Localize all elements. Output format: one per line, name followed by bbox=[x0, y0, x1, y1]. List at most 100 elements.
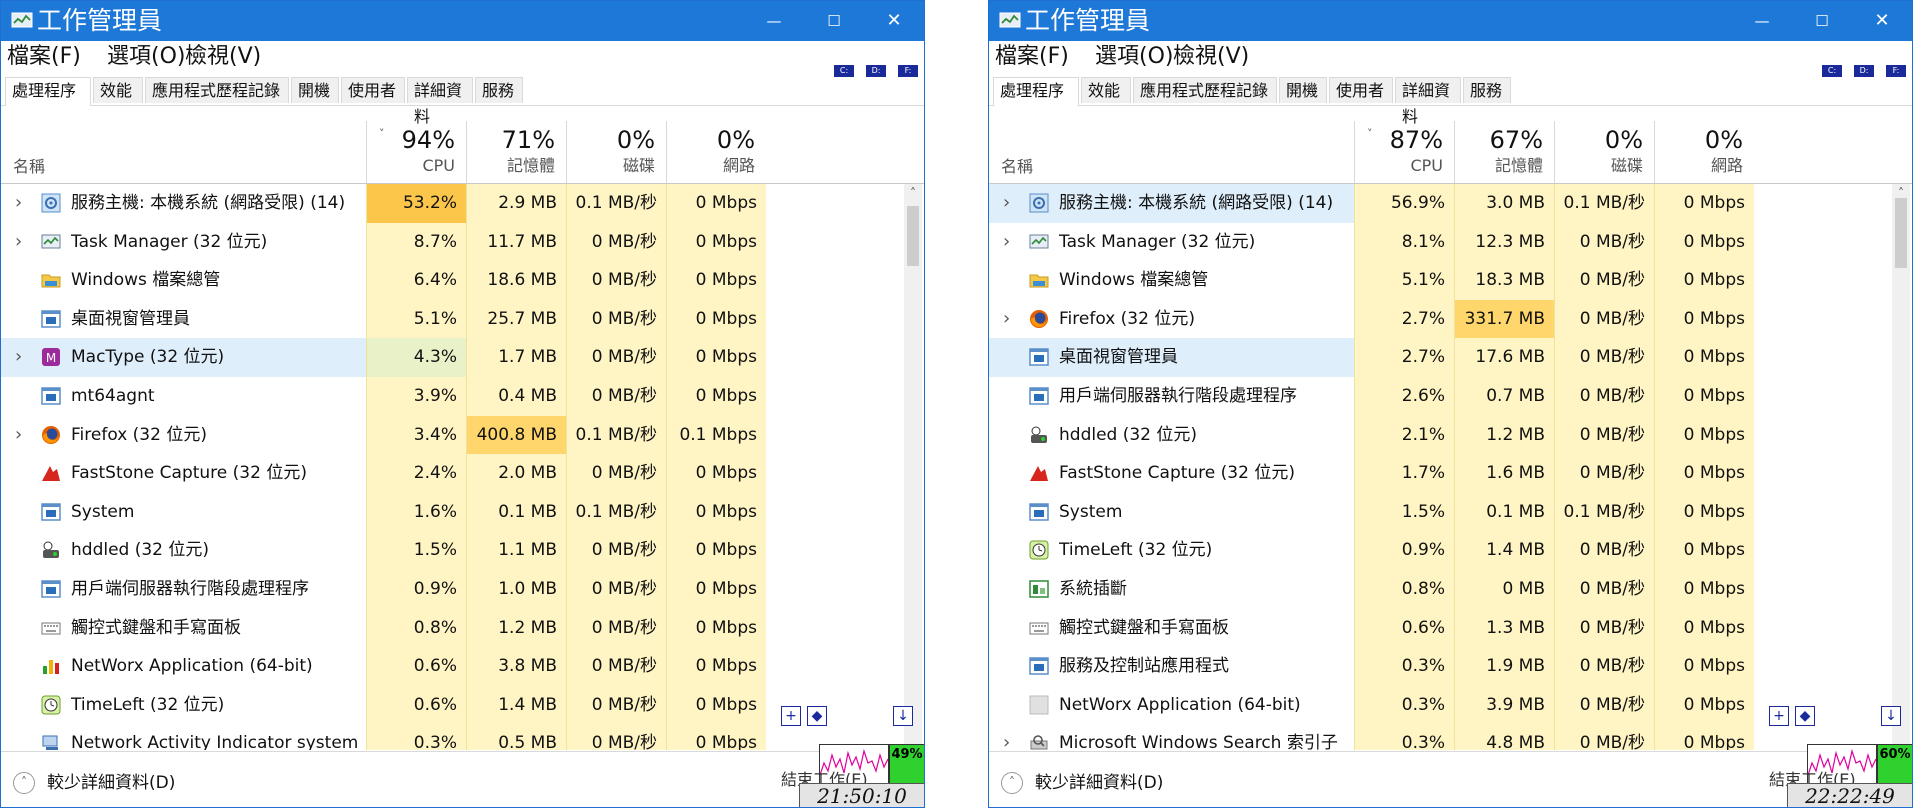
fewer-details-link[interactable]: 較少詳細資料(D) bbox=[47, 770, 175, 796]
expand-chevron-icon[interactable]: › bbox=[1003, 308, 1017, 329]
process-row[interactable]: NetWorx Application (64-bit) 0.6% 3.8 MB 0 … bbox=[1, 647, 904, 686]
expand-chevron-icon[interactable]: › bbox=[15, 231, 29, 252]
diamond-icon[interactable]: ◆ bbox=[807, 706, 827, 726]
process-row[interactable]: › Firefox (32 位元) 3.4% 400.8 MB 0.1 MB/秒 0.1 … bbox=[1, 415, 904, 455]
scroll-thumb[interactable] bbox=[907, 206, 919, 266]
maximize-icon[interactable]: ☐ bbox=[814, 9, 854, 33]
process-row[interactable]: Windows 檔案總管 6.4% 18.6 MB 0 MB/秒 0 Mbps bbox=[1, 261, 904, 300]
process-row[interactable]: › 服務主機: 本機系統 (網路受限) (14) 53.2% 2.9 MB 0.1 MB… bbox=[1, 184, 904, 223]
net-column-header[interactable]: 0% 網路 bbox=[1654, 121, 1753, 183]
tab-6[interactable]: 服務 bbox=[1463, 77, 1511, 103]
close-icon[interactable]: ✕ bbox=[1862, 9, 1902, 33]
process-cpu-value: 0.3% bbox=[366, 724, 466, 750]
tab-3[interactable]: 開機 bbox=[1279, 77, 1327, 103]
name-column-header[interactable]: 名稱 bbox=[1001, 153, 1033, 177]
process-net-value: 0 Mbps bbox=[666, 299, 766, 339]
expand-chevron-icon[interactable]: › bbox=[1003, 231, 1017, 252]
process-row[interactable]: › Task Manager (32 位元) 8.1% 12.3 MB 0 MB/秒 0 … bbox=[989, 222, 1892, 262]
process-row[interactable]: 系統插斷 0.8% 0 MB 0 MB/秒 0 Mbps bbox=[989, 570, 1892, 609]
tab-5[interactable]: 詳細資料 bbox=[1395, 77, 1461, 126]
tab-2[interactable]: 應用程式歷程記錄 bbox=[145, 77, 289, 103]
tab-3[interactable]: 開機 bbox=[291, 77, 339, 103]
chevron-up-icon[interactable]: ˄ bbox=[1001, 772, 1023, 794]
process-row[interactable]: hddled (32 位元) 2.1% 1.2 MB 0 MB/秒 0 Mbps bbox=[989, 415, 1892, 455]
expand-chevron-icon[interactable]: › bbox=[1003, 192, 1017, 213]
name-column-header[interactable]: 名稱 bbox=[13, 153, 45, 177]
title-bar[interactable]: 工作管理員 — ☐ ✕ bbox=[989, 1, 1912, 41]
process-row[interactable]: Network Activity Indicator system t... 0.… bbox=[1, 724, 904, 750]
process-row[interactable]: FastStone Capture (32 位元) 2.4% 2.0 MB 0 MB/… bbox=[1, 454, 904, 493]
mem-column-header[interactable]: 71% 記憶體 bbox=[466, 121, 565, 183]
process-disk-value: 0 MB/秒 bbox=[1554, 647, 1654, 686]
process-disk-value: 0.1 MB/秒 bbox=[566, 184, 666, 223]
menu-item[interactable]: 檔案(F) bbox=[7, 43, 81, 71]
scroll-up-icon[interactable]: ˄ bbox=[904, 186, 922, 200]
net-column-header[interactable]: 0% 網路 bbox=[666, 121, 765, 183]
menu-item[interactable]: 檢視(V) bbox=[1173, 43, 1249, 71]
tab-0[interactable]: 處理程序 bbox=[993, 77, 1079, 106]
process-row[interactable]: TimeLeft (32 位元) 0.6% 1.4 MB 0 MB/秒 0 Mbps bbox=[1, 685, 904, 725]
chevron-up-icon[interactable]: ˄ bbox=[13, 772, 35, 794]
process-disk-value: 0 MB/秒 bbox=[566, 531, 666, 570]
plus-icon[interactable]: + bbox=[1769, 706, 1789, 726]
process-row[interactable]: TimeLeft (32 位元) 0.9% 1.4 MB 0 MB/秒 0 Mbps bbox=[989, 531, 1892, 570]
process-row[interactable]: mt64agnt 3.9% 0.4 MB 0 MB/秒 0 Mbps bbox=[1, 377, 904, 416]
process-row[interactable]: NetWorx Application (64-bit) 0.3% 3.9 MB 0 … bbox=[989, 685, 1892, 725]
process-row[interactable]: › Firefox (32 位元) 2.7% 331.7 MB 0 MB/秒 0 Mbps bbox=[989, 299, 1892, 339]
process-row[interactable]: 觸控式鍵盤和手寫面板 0.6% 1.3 MB 0 MB/秒 0 Mbps bbox=[989, 608, 1892, 648]
scroll-thumb[interactable] bbox=[1895, 198, 1907, 268]
expand-chevron-icon[interactable]: › bbox=[15, 424, 29, 445]
expand-chevron-icon[interactable]: › bbox=[15, 346, 29, 367]
process-row[interactable]: Windows 檔案總管 5.1% 18.3 MB 0 MB/秒 0 Mbps bbox=[989, 261, 1892, 300]
process-row[interactable]: 桌面視窗管理員 2.7% 17.6 MB 0 MB/秒 0 Mbps bbox=[989, 338, 1892, 377]
process-row[interactable]: 服務及控制站應用程式 0.3% 1.9 MB 0 MB/秒 0 Mbps bbox=[989, 647, 1892, 686]
process-row[interactable]: 用戶端伺服器執行階段處理程序 0.9% 1.0 MB 0 MB/秒 0 Mbps bbox=[1, 570, 904, 609]
menu-item[interactable]: 檢視(V) bbox=[185, 43, 261, 71]
tab-2[interactable]: 應用程式歷程記錄 bbox=[1133, 77, 1277, 103]
process-net-value: 0 Mbps bbox=[1654, 647, 1754, 686]
menu-item[interactable]: 檔案(F) bbox=[995, 43, 1069, 71]
tab-1[interactable]: 效能 bbox=[93, 77, 143, 103]
process-disk-value: 0 MB/秒 bbox=[1554, 222, 1654, 262]
vertical-scrollbar[interactable]: ˄ bbox=[1892, 184, 1910, 750]
process-disk-value: 0 MB/秒 bbox=[566, 261, 666, 300]
disk-column-header[interactable]: 0% 磁碟 bbox=[1554, 121, 1653, 183]
process-row[interactable]: hddled (32 位元) 1.5% 1.1 MB 0 MB/秒 0 Mbps bbox=[1, 531, 904, 570]
fewer-details-link[interactable]: 較少詳細資料(D) bbox=[1035, 770, 1163, 796]
process-row[interactable]: 觸控式鍵盤和手寫面板 0.8% 1.2 MB 0 MB/秒 0 Mbps bbox=[1, 608, 904, 648]
tab-1[interactable]: 效能 bbox=[1081, 77, 1131, 103]
arrow-down-icon[interactable]: ↓ bbox=[1881, 706, 1901, 726]
process-row[interactable]: 桌面視窗管理員 5.1% 25.7 MB 0 MB/秒 0 Mbps bbox=[1, 299, 904, 339]
tab-4[interactable]: 使用者 bbox=[341, 77, 405, 103]
title-bar[interactable]: 工作管理員 — ☐ ✕ bbox=[1, 1, 924, 41]
maximize-icon[interactable]: ☐ bbox=[1802, 9, 1842, 33]
expand-chevron-icon[interactable]: › bbox=[15, 192, 29, 213]
process-row[interactable]: 用戶端伺服器執行階段處理程序 2.6% 0.7 MB 0 MB/秒 0 Mbps bbox=[989, 377, 1892, 416]
menu-item[interactable]: 選項(O) bbox=[107, 43, 185, 71]
disk-column-header[interactable]: 0% 磁碟 bbox=[566, 121, 665, 183]
tab-6[interactable]: 服務 bbox=[475, 77, 523, 103]
tab-5[interactable]: 詳細資料 bbox=[407, 77, 473, 126]
vertical-scrollbar[interactable]: ˄ bbox=[904, 184, 922, 750]
minimize-icon[interactable]: — bbox=[754, 9, 794, 33]
diamond-icon[interactable]: ◆ bbox=[1795, 706, 1815, 726]
plus-icon[interactable]: + bbox=[781, 706, 801, 726]
process-row[interactable]: › M MacType (32 位元) 4.3% 1.7 MB 0 MB/秒 0 Mbps bbox=[1, 338, 904, 377]
tab-0[interactable]: 處理程序 bbox=[5, 77, 91, 106]
minimize-icon[interactable]: — bbox=[1742, 9, 1782, 33]
process-row[interactable]: System 1.6% 0.1 MB 0.1 MB/秒 0 Mbps bbox=[1, 492, 904, 532]
menu-item[interactable]: 選項(O) bbox=[1095, 43, 1173, 71]
process-row[interactable]: › Task Manager (32 位元) 8.7% 11.7 MB 0 MB/秒 0 … bbox=[1, 222, 904, 262]
cpu-column-header[interactable]: ˅ 94% CPU bbox=[366, 121, 465, 183]
close-icon[interactable]: ✕ bbox=[874, 9, 914, 33]
expand-chevron-icon[interactable]: › bbox=[1003, 732, 1017, 750]
process-net-value: 0 Mbps bbox=[666, 647, 766, 686]
cpu-column-header[interactable]: ˅ 87% CPU bbox=[1354, 121, 1453, 183]
arrow-down-icon[interactable]: ↓ bbox=[893, 706, 913, 726]
mem-column-header[interactable]: 67% 記憶體 bbox=[1454, 121, 1553, 183]
process-row[interactable]: System 1.5% 0.1 MB 0.1 MB/秒 0 Mbps bbox=[989, 492, 1892, 532]
process-row[interactable]: › 服務主機: 本機系統 (網路受限) (14) 56.9% 3.0 MB 0.1 MB… bbox=[989, 184, 1892, 223]
tab-4[interactable]: 使用者 bbox=[1329, 77, 1393, 103]
process-row[interactable]: › Microsoft Windows Search 索引子 0.3% 4.8 MB 0… bbox=[989, 724, 1892, 750]
process-row[interactable]: FastStone Capture (32 位元) 1.7% 1.6 MB 0 MB/… bbox=[989, 454, 1892, 493]
